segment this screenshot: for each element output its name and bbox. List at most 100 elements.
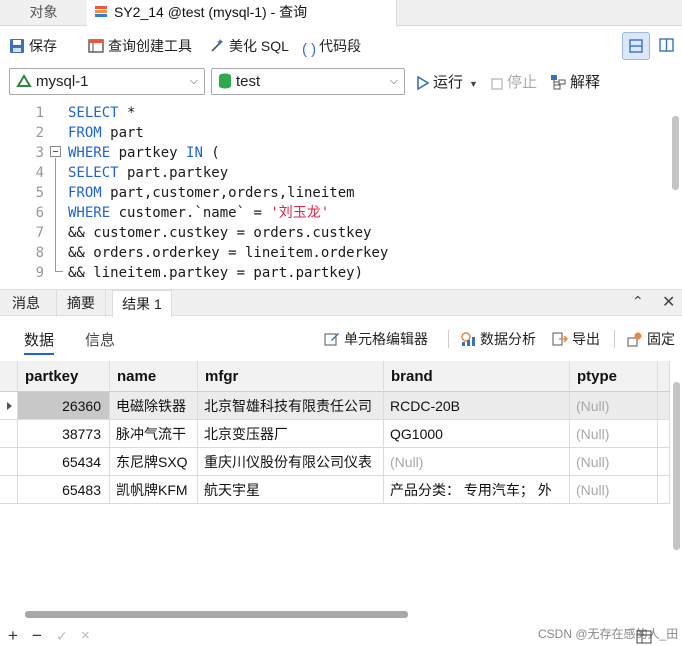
discard-changes-button[interactable]: × bbox=[81, 626, 90, 646]
grid-horizontal-scrollbar[interactable] bbox=[25, 611, 408, 618]
collapse-panel-icon[interactable]: ⌃ bbox=[632, 293, 644, 310]
result-toolbar: 数据 信息 单元格编辑器 数据分析 导出 固定 bbox=[0, 317, 682, 359]
split-vertical-icon bbox=[654, 38, 680, 61]
run-dropdown-icon[interactable]: ▼ bbox=[469, 79, 478, 89]
code-line[interactable]: && customer.custkey = orders.custkey bbox=[68, 223, 371, 243]
cell-name[interactable]: 电磁除铁器 bbox=[110, 392, 198, 420]
sql-keyword: IN bbox=[186, 145, 203, 161]
code-line[interactable]: FROM part bbox=[68, 123, 144, 143]
tab-result-1[interactable]: 结果 1 bbox=[112, 290, 172, 318]
tab-summary[interactable]: 摘要 bbox=[56, 290, 106, 317]
tab-messages[interactable]: 消息 bbox=[0, 290, 52, 317]
cell-partkey[interactable]: 65483 bbox=[18, 476, 110, 504]
code-line[interactable]: && orders.orderkey = lineitem.orderkey bbox=[68, 243, 388, 263]
column-header-brand[interactable]: brand bbox=[384, 361, 570, 392]
cell-partkey[interactable]: 26360 bbox=[18, 392, 110, 420]
sql-string: '刘玉龙' bbox=[270, 205, 330, 221]
cell-name[interactable]: 东尼牌SXQ bbox=[110, 448, 198, 476]
code-line[interactable]: SELECT * bbox=[68, 103, 135, 123]
tab-query-label: SY2_14 @test (mysql-1) - 查询 bbox=[114, 4, 308, 20]
line-number: 6 bbox=[35, 205, 44, 221]
cell-mfgr[interactable]: 北京智雄科技有限责任公司 bbox=[198, 392, 384, 420]
code-line[interactable]: && lineitem.partkey = part.partkey) bbox=[68, 263, 363, 283]
editor-scrollbar[interactable] bbox=[672, 116, 679, 190]
tab-objects[interactable]: 对象 bbox=[0, 0, 87, 26]
fold-guide-line bbox=[55, 158, 56, 272]
code-line[interactable]: WHERE partkey IN ( bbox=[68, 143, 220, 163]
snippet-label: 代码段 bbox=[319, 38, 362, 54]
query-builder-button[interactable]: 查询创建工具 bbox=[88, 36, 192, 56]
save-icon bbox=[9, 38, 25, 59]
analysis-icon bbox=[460, 331, 476, 352]
cell-mfgr[interactable]: 重庆川仪股份有限公司仪表 bbox=[198, 448, 384, 476]
row-header[interactable] bbox=[0, 448, 18, 476]
layout-side-button[interactable] bbox=[654, 32, 682, 60]
fold-guide-end bbox=[55, 271, 63, 272]
cell-ptype[interactable]: (Null) bbox=[570, 476, 658, 504]
database-select[interactable]: test ⌵ bbox=[211, 68, 405, 95]
line-number: 2 bbox=[35, 125, 44, 141]
sql-text: && customer.custkey = orders.custkey bbox=[68, 225, 372, 241]
row-filler bbox=[658, 392, 670, 420]
code-line[interactable]: FROM part,customer,orders,lineitem bbox=[68, 183, 355, 203]
sql-text: && lineitem.partkey = part.partkey) bbox=[68, 265, 364, 281]
code-line[interactable]: SELECT part.partkey bbox=[68, 163, 228, 183]
column-header-mfgr[interactable]: mfgr bbox=[198, 361, 384, 392]
save-button[interactable]: 保存 bbox=[9, 36, 57, 56]
column-header-name[interactable]: name bbox=[110, 361, 198, 392]
layout-split-button[interactable] bbox=[622, 32, 650, 60]
fold-toggle-icon[interactable] bbox=[50, 146, 61, 157]
beautify-sql-button[interactable]: 美化 SQL bbox=[209, 36, 289, 56]
column-header-partkey[interactable]: partkey bbox=[18, 361, 110, 392]
cell-brand[interactable]: 产品分类： 专用汽车； 外 bbox=[384, 476, 570, 504]
row-header[interactable] bbox=[0, 476, 18, 504]
sql-text: * bbox=[118, 105, 136, 121]
cell-mfgr[interactable]: 北京变压器厂 bbox=[198, 420, 384, 448]
sql-keyword: FROM bbox=[68, 185, 102, 201]
export-button[interactable]: 导出 bbox=[552, 329, 600, 349]
cell-brand[interactable]: (Null) bbox=[384, 448, 570, 476]
pin-button[interactable]: 固定 bbox=[627, 329, 675, 349]
cell-partkey[interactable]: 65434 bbox=[18, 448, 110, 476]
cell-editor-label: 单元格编辑器 bbox=[344, 331, 428, 347]
connection-selector-row: mysql-1 ⌵ test ⌵ 运行 ▼ 停止 解释 bbox=[0, 65, 682, 99]
tab-data[interactable]: 数据 bbox=[24, 329, 55, 355]
toolbar-divider bbox=[614, 330, 615, 348]
cell-brand[interactable]: RCDC-20B bbox=[384, 392, 570, 420]
explain-button[interactable]: 解释 bbox=[550, 73, 600, 93]
data-analysis-button[interactable]: 数据分析 bbox=[460, 329, 536, 349]
row-filler bbox=[658, 448, 670, 476]
apply-changes-button[interactable]: ✓ bbox=[56, 626, 68, 646]
delete-row-button[interactable]: − bbox=[32, 626, 42, 646]
cell-ptype[interactable]: (Null) bbox=[570, 392, 658, 420]
grid-vertical-scrollbar[interactable] bbox=[673, 382, 680, 550]
add-row-button[interactable]: + bbox=[8, 626, 18, 646]
cell-ptype[interactable]: (Null) bbox=[570, 420, 658, 448]
code-line[interactable]: WHERE customer.`name` = '刘玉龙' bbox=[68, 203, 329, 223]
close-panel-icon[interactable]: ✕ bbox=[662, 292, 675, 312]
row-header-icon[interactable] bbox=[0, 392, 18, 420]
cell-mfgr[interactable]: 航天宇星 bbox=[198, 476, 384, 504]
export-label: 导出 bbox=[572, 331, 600, 347]
code-snippet-button[interactable]: ( ) 代码段 bbox=[302, 36, 362, 58]
sql-text: partkey bbox=[110, 145, 187, 161]
cell-ptype[interactable]: (Null) bbox=[570, 448, 658, 476]
grid-view-icon[interactable] bbox=[636, 630, 652, 644]
connection-select[interactable]: mysql-1 ⌵ bbox=[9, 68, 205, 95]
tab-query[interactable]: SY2_14 @test (mysql-1) - 查询 bbox=[87, 0, 397, 27]
grid-corner[interactable] bbox=[0, 361, 18, 392]
cell-editor-button[interactable]: 单元格编辑器 bbox=[324, 329, 428, 349]
cell-name[interactable]: 凯帆牌KFM bbox=[110, 476, 198, 504]
cell-brand[interactable]: QG1000 bbox=[384, 420, 570, 448]
sql-editor[interactable]: 123456789 SELECT * FROM part WHERE partkey… bbox=[0, 101, 682, 287]
cell-name[interactable]: 脉冲气流干 bbox=[110, 420, 198, 448]
stop-button[interactable]: 停止 bbox=[491, 73, 537, 93]
row-header[interactable] bbox=[0, 420, 18, 448]
export-icon bbox=[552, 331, 569, 352]
run-button[interactable]: 运行 ▼ bbox=[416, 73, 478, 93]
cell-partkey[interactable]: 38773 bbox=[18, 420, 110, 448]
query-tab-icon bbox=[95, 2, 107, 17]
column-header-ptype[interactable]: ptype bbox=[570, 361, 658, 392]
tab-info[interactable]: 信息 bbox=[85, 329, 115, 353]
result-grid[interactable]: partkey name mfgr brand ptype 26360 电磁除铁… bbox=[0, 361, 670, 506]
